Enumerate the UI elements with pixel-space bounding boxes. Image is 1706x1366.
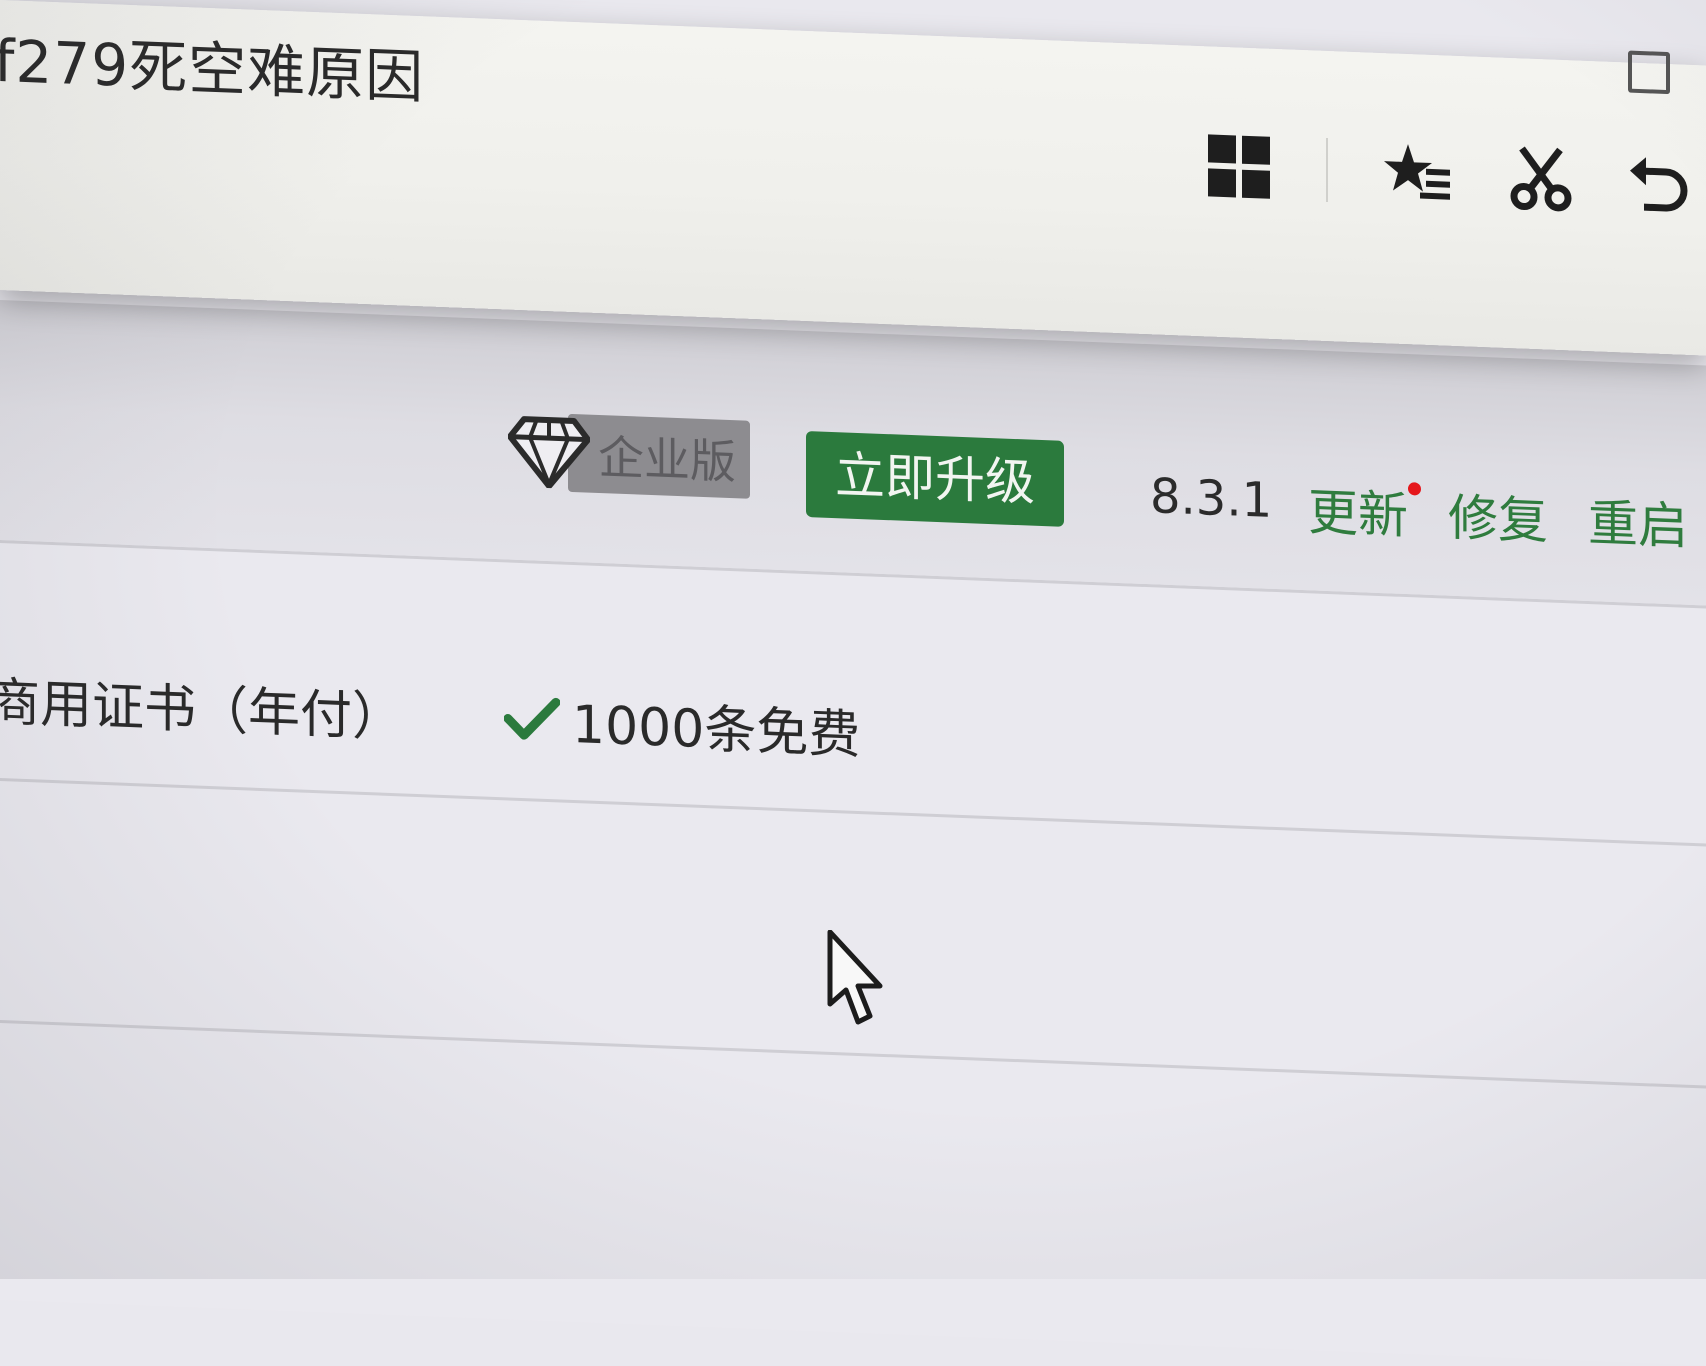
repair-link[interactable]: 修复 <box>1448 478 1548 554</box>
restart-link[interactable]: 重启 <box>1588 483 1688 559</box>
diamond-icon <box>508 416 590 490</box>
edition-label: 企业版 <box>568 413 750 499</box>
feature-name: 商用证书（年付） <box>0 672 405 749</box>
check-icon <box>504 697 561 740</box>
favorites-icon[interactable] <box>1382 139 1454 208</box>
update-link[interactable]: 更新 <box>1308 472 1408 548</box>
undo-icon[interactable] <box>1628 149 1690 217</box>
edition-badge: 企业版 <box>508 413 750 499</box>
feature-value-text: 1000条免费 <box>572 694 861 767</box>
feature-row-commercial-certificate: 商用证书（年付） 1000条免费 <box>0 660 860 769</box>
update-notification-dot <box>1408 482 1421 496</box>
apps-grid-icon[interactable] <box>1206 132 1272 201</box>
upgrade-now-button[interactable]: 立即升级 <box>806 430 1064 527</box>
toolbar-separator <box>1326 137 1328 203</box>
mouse-cursor-icon <box>827 930 883 1025</box>
page-title: f279死空难原因 <box>0 26 425 112</box>
version-number: 8.3.1 <box>1150 468 1273 529</box>
window-restore-icon[interactable] <box>1628 50 1670 95</box>
screenshot-scissors-icon[interactable] <box>1508 144 1574 213</box>
row-divider <box>0 1020 1706 1089</box>
browser-toolbar: f279死空难原因 <box>0 0 1706 356</box>
toolbar-icon-group <box>1206 132 1690 217</box>
row-divider <box>0 778 1706 847</box>
feature-value: 1000条免费 <box>504 679 860 768</box>
